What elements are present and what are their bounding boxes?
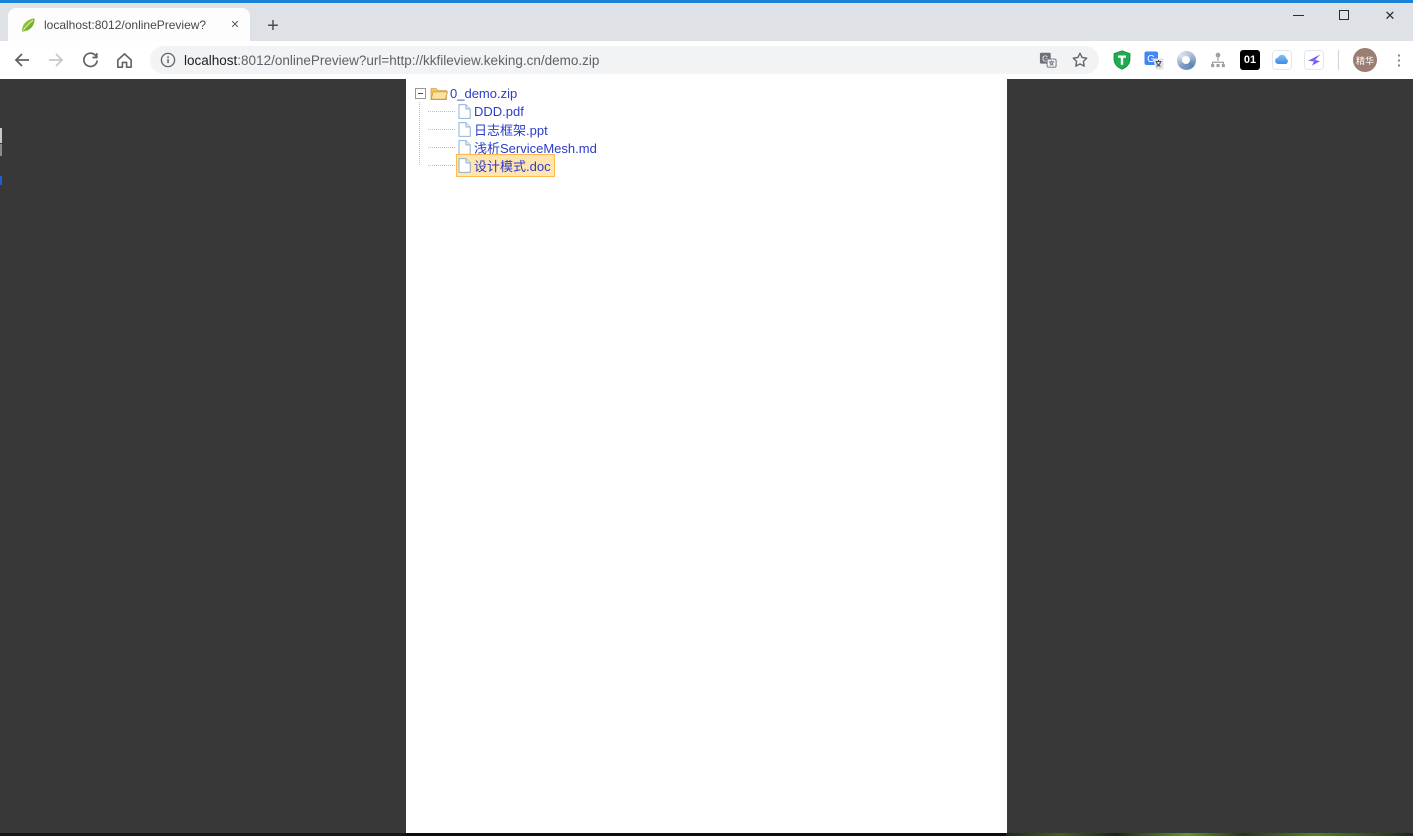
tree-node-label[interactable]: DDD.pdf (474, 104, 524, 119)
file-tree: 0_demo.zip DDD.pdf (406, 79, 1007, 174)
home-icon (115, 51, 134, 70)
shield-t-extension-icon[interactable] (1112, 50, 1132, 70)
back-button[interactable] (8, 46, 36, 74)
tree-connector-stub (428, 111, 455, 112)
minimize-icon (1293, 15, 1304, 16)
tree-node-box-selected[interactable]: 设计模式.doc (456, 154, 555, 177)
screen-edge-artifact (0, 176, 2, 185)
close-icon: ✕ (1385, 9, 1396, 22)
shield-t-icon (1112, 50, 1132, 70)
google-translate-icon: G (1144, 50, 1164, 70)
zip-preview-panel: 0_demo.zip DDD.pdf (406, 79, 1007, 833)
close-button[interactable]: ✕ (1367, 0, 1413, 30)
maximize-icon (1339, 10, 1349, 20)
tree-connector-line (419, 102, 420, 165)
file-icon (458, 104, 471, 119)
tree-connector-stub (428, 147, 455, 148)
toolbar-separator (1338, 50, 1339, 70)
reload-icon (81, 51, 100, 70)
file-icon (458, 122, 471, 137)
sitemap-icon (1209, 51, 1227, 69)
url-host: localhost (184, 53, 237, 68)
back-arrow-icon (12, 50, 32, 70)
screen-edge-artifact (0, 128, 2, 143)
tree-node-root[interactable]: 0_demo.zip (414, 84, 1007, 102)
bird-icon (1306, 52, 1322, 68)
bird-extension-icon[interactable] (1304, 50, 1324, 70)
tree-node-label[interactable]: 设计模式.doc (474, 156, 551, 175)
browser-toolbar: localhost:8012/onlinePreview?url=http://… (0, 41, 1413, 79)
address-bar[interactable]: localhost:8012/onlinePreview?url=http://… (150, 46, 1099, 74)
tab-strip: localhost:8012/onlinePreview? ✕ + (0, 3, 1413, 41)
minimize-button[interactable] (1275, 0, 1321, 30)
tab-close-icon[interactable]: ✕ (226, 16, 244, 34)
extensions-bar: G 01 (1112, 48, 1409, 72)
url-text[interactable]: localhost:8012/onlinePreview?url=http://… (184, 53, 599, 68)
home-button[interactable] (110, 46, 138, 74)
collapse-minus-icon[interactable] (415, 88, 426, 99)
spring-leaf-icon (20, 17, 36, 33)
tab-online-preview[interactable]: localhost:8012/onlinePreview? ✕ (8, 8, 250, 41)
browser-menu-button[interactable]: ⋮ (1389, 48, 1409, 72)
bookmark-star-icon[interactable] (1071, 51, 1089, 69)
badge-01-extension-icon[interactable]: 01 (1240, 50, 1260, 70)
tree-node-label[interactable]: 0_demo.zip (450, 86, 517, 101)
omnibox-actions: G (1039, 51, 1089, 69)
cloud-icon (1274, 52, 1290, 68)
tree-node-box[interactable]: 0_demo.zip (448, 84, 521, 103)
window-controls: ✕ (1275, 0, 1413, 30)
new-tab-button[interactable]: + (260, 13, 286, 39)
forward-button[interactable] (42, 46, 70, 74)
page-info-icon[interactable] (160, 52, 176, 68)
page-content: 0_demo.zip DDD.pdf (0, 79, 1413, 833)
donut-swirl-icon (1177, 51, 1196, 70)
browser-window: localhost:8012/onlinePreview? ✕ + ✕ (0, 0, 1413, 836)
profile-avatar[interactable]: 精华 (1353, 48, 1377, 72)
file-icon (458, 140, 471, 155)
tree-node-file-selected[interactable]: 设计模式.doc (414, 156, 1007, 174)
translate-page-icon[interactable]: G (1039, 51, 1057, 69)
tab-title: localhost:8012/onlinePreview? (44, 18, 226, 32)
forward-arrow-icon (46, 50, 66, 70)
donut-swirl-extension-icon[interactable] (1176, 50, 1196, 70)
tree-connector-stub (428, 129, 455, 130)
cloud-extension-icon[interactable] (1272, 50, 1292, 70)
screen-edge-artifact (0, 144, 2, 156)
tree-connector-stub (428, 165, 455, 166)
google-translate-extension-icon[interactable]: G (1144, 50, 1164, 70)
url-path: :8012/onlinePreview?url=http://kkfilevie… (237, 53, 599, 68)
folder-open-icon (430, 86, 448, 100)
reload-button[interactable] (76, 46, 104, 74)
sitemap-extension-icon[interactable] (1208, 50, 1228, 70)
file-icon (458, 158, 471, 173)
maximize-button[interactable] (1321, 0, 1367, 30)
